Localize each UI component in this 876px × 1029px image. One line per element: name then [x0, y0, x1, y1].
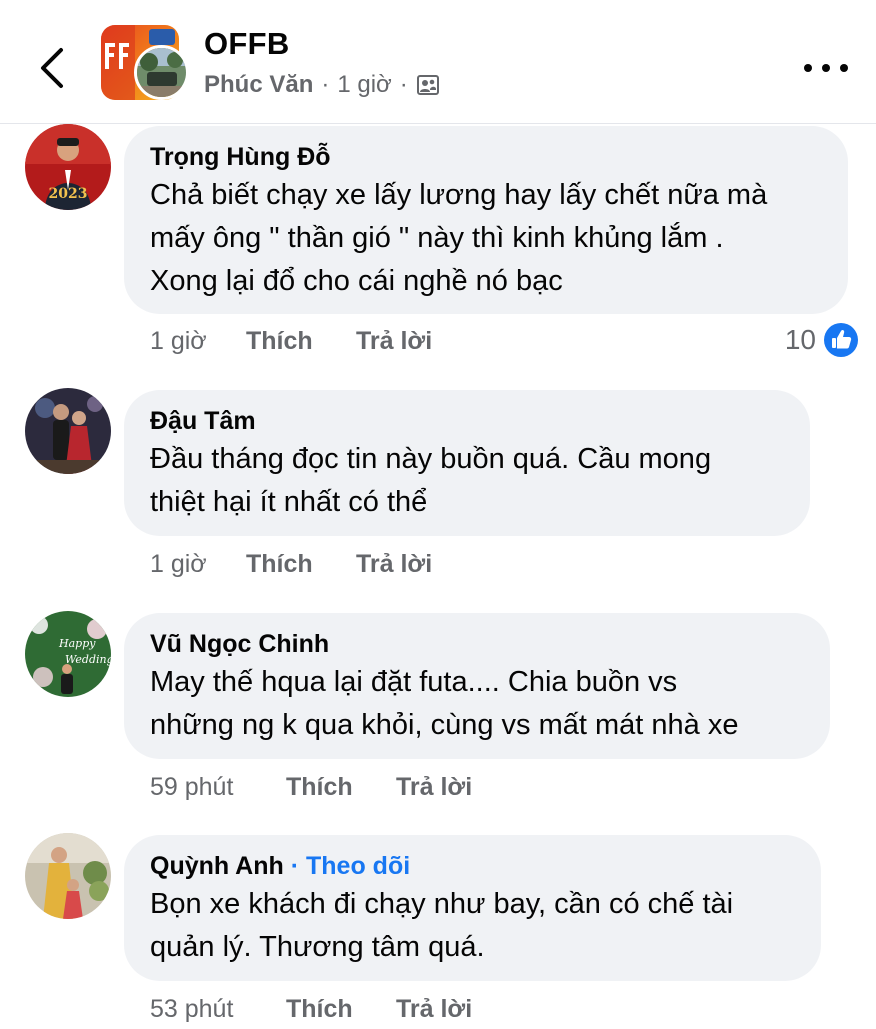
reply-button[interactable]: Trả lời [356, 327, 432, 356]
post-meta: Phúc Văn · 1 giờ · [204, 68, 440, 102]
comment-text: Đầu tháng đọc tin này buồn quá. Cầu mong… [150, 443, 712, 518]
comment-bubble[interactable]: Đậu Tâm Đầu tháng đọc tin này buồn quá. … [124, 390, 810, 536]
comment-actions: 1 giờ Thích Trả lời [150, 321, 432, 361]
reply-button[interactable]: Trả lời [396, 773, 472, 802]
comment-time[interactable]: 1 giờ [150, 327, 246, 356]
more-horizontal-icon [804, 64, 812, 72]
comment-time[interactable]: 1 giờ [150, 550, 246, 579]
comment-bubble[interactable]: Vũ Ngọc Chinh May thế hqua lại đặt futa.… [124, 613, 830, 759]
comment-text: Bọn xe khách đi chạy như bay, cần có chế… [150, 888, 734, 963]
post-header: OFFB Phúc Văn · 1 giờ · [0, 0, 876, 124]
meta-separator: · [321, 71, 330, 98]
reply-button[interactable]: Trả lời [356, 550, 432, 579]
reaction-count: 10 [784, 324, 816, 355]
comment-time[interactable]: 53 phút [150, 995, 286, 1024]
like-button[interactable]: Thích [286, 773, 396, 802]
like-button[interactable]: Thích [286, 995, 396, 1024]
commenter-name[interactable]: Vũ Ngọc Chinh [150, 627, 804, 661]
comment-bubble[interactable]: Quỳnh Anh · Theo dõi Bọn xe khách đi chạ… [124, 835, 821, 981]
author-avatar[interactable] [134, 45, 189, 100]
post-time[interactable]: 1 giờ [337, 71, 391, 99]
page-name[interactable]: OFFB [204, 26, 290, 62]
comment-actions: 53 phút Thích Trả lời [150, 989, 472, 1029]
reply-button[interactable]: Trả lời [396, 995, 472, 1024]
avatar[interactable]: 2023 [25, 124, 111, 210]
avatar[interactable]: Happy Wedding [25, 611, 111, 697]
comment-bubble[interactable]: Trọng Hùng Đỗ Chả biết chạy xe lấy lương… [124, 126, 848, 314]
reaction-summary[interactable]: 10 [785, 320, 858, 360]
like-button[interactable]: Thích [246, 327, 356, 356]
avatar[interactable] [25, 388, 111, 474]
svg-text:Happy: Happy [58, 637, 96, 650]
follow-button[interactable]: Theo dõi [306, 852, 410, 880]
thumbs-up-icon [824, 323, 858, 357]
svg-text:2023: 2023 [49, 186, 88, 202]
comment-time[interactable]: 59 phút [150, 773, 286, 802]
more-options-button[interactable] [800, 48, 852, 88]
comment-text: Chả biết chạy xe lấy lương hay lấy chết … [150, 179, 768, 297]
svg-text:Wedding: Wedding [65, 653, 111, 666]
meta-separator-2: · [399, 71, 408, 98]
commenter-name[interactable]: Quỳnh Anh [150, 852, 284, 880]
chevron-left-icon [41, 48, 63, 88]
author-name[interactable]: Phúc Văn [204, 71, 313, 99]
commenter-name[interactable]: Trọng Hùng Đỗ [150, 140, 822, 174]
comment-actions: 1 giờ Thích Trả lời [150, 544, 432, 584]
comment-text: May thế hqua lại đặt futa.... Chia buồn … [150, 666, 739, 741]
name-separator: · [290, 852, 307, 880]
back-button[interactable] [24, 40, 80, 96]
members-icon [416, 75, 439, 95]
commenter-name-row: Quỳnh Anh · Theo dõi [150, 849, 795, 883]
avatar[interactable] [25, 833, 111, 919]
commenter-name[interactable]: Đậu Tâm [150, 404, 784, 438]
like-button[interactable]: Thích [246, 550, 356, 579]
comment-actions: 59 phút Thích Trả lời [150, 767, 472, 807]
